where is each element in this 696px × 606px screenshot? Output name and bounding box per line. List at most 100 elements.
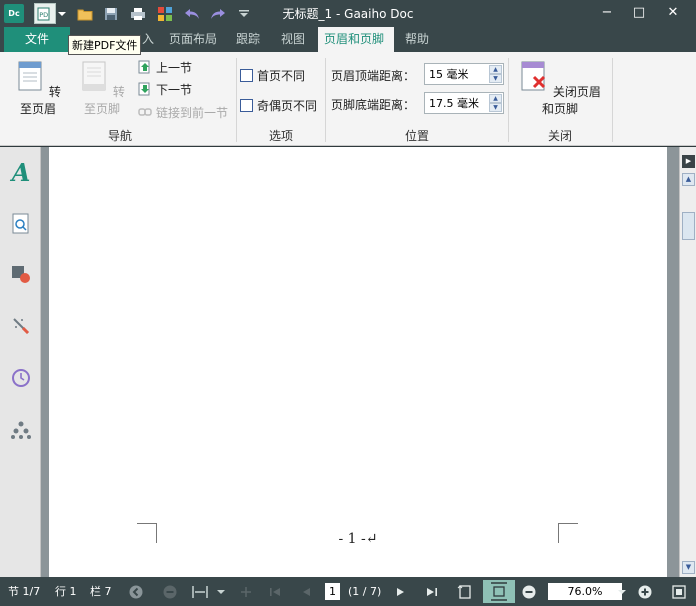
shrink-button[interactable] bbox=[238, 584, 254, 600]
different-first-page-checkbox[interactable]: 首页不同 bbox=[240, 66, 305, 84]
close-header-footer-button[interactable]: 关闭页眉和页脚 bbox=[514, 60, 606, 117]
minus-circle-icon bbox=[163, 585, 177, 599]
tab-view[interactable]: 视图 bbox=[275, 27, 311, 52]
view-dropdown-button[interactable] bbox=[216, 584, 226, 600]
prev-section-button[interactable]: 上一节 bbox=[138, 58, 192, 76]
save-button[interactable] bbox=[100, 3, 122, 24]
document-area[interactable]: - 1 -↵ bbox=[41, 147, 679, 577]
checkbox-box bbox=[240, 68, 253, 82]
new-dropdown-button[interactable] bbox=[56, 3, 68, 24]
footer-bottom-label: 页脚底端距离： bbox=[331, 98, 416, 112]
history-icon bbox=[12, 369, 30, 387]
status-bar: 节 1/7 行 1 栏 7 1 (1 / 7) 76.0% bbox=[0, 577, 696, 606]
tab-page-layout[interactable]: 页面布局 bbox=[163, 27, 223, 52]
footer-bottom-spinner[interactable]: ▲▼ bbox=[424, 92, 504, 114]
customize-quick-access-button[interactable] bbox=[233, 3, 255, 24]
next-page-icon bbox=[397, 588, 404, 596]
scroll-up-button[interactable]: ▲ bbox=[682, 173, 695, 186]
page-count: (1 / 7) bbox=[348, 585, 382, 598]
toolbox-button[interactable] bbox=[154, 3, 176, 24]
history-button[interactable] bbox=[8, 365, 34, 391]
zoom-out-button[interactable] bbox=[521, 584, 537, 600]
footer-page-number[interactable]: - 1 -↵ bbox=[49, 531, 667, 547]
vertical-scrollbar[interactable]: ▶ ▲ ▼ bbox=[679, 147, 696, 577]
page-number-input[interactable]: 1 bbox=[325, 583, 340, 600]
open-button[interactable] bbox=[74, 3, 96, 24]
shapes-button[interactable] bbox=[8, 261, 34, 287]
undo-icon bbox=[185, 8, 199, 19]
header-top-spinner[interactable]: ▲▼ bbox=[424, 63, 504, 85]
close-button[interactable]: ✕ bbox=[662, 4, 684, 22]
zoom-in-button[interactable] bbox=[637, 584, 653, 600]
group-divider bbox=[508, 58, 509, 142]
side-panel: A bbox=[0, 147, 41, 577]
goto-footer-button[interactable]: 转至页脚 bbox=[74, 60, 130, 117]
line-indicator: 行 1 bbox=[55, 585, 77, 598]
back-button[interactable] bbox=[128, 584, 144, 600]
last-page-button[interactable] bbox=[424, 584, 440, 600]
rotate-view-button[interactable] bbox=[457, 584, 473, 600]
fit-page-button[interactable] bbox=[483, 580, 515, 603]
zoom-level-field[interactable]: 76.0% bbox=[548, 583, 622, 600]
position-group-label: 位置 bbox=[404, 129, 429, 143]
new-pdf-button[interactable]: PD bbox=[34, 3, 56, 24]
open-folder-icon bbox=[77, 9, 93, 20]
tab-help[interactable]: 帮助 bbox=[399, 27, 435, 52]
fit-width-button[interactable] bbox=[192, 584, 208, 600]
chevron-down-icon bbox=[217, 590, 225, 594]
close-group-label: 关闭 bbox=[547, 129, 572, 143]
app-logo[interactable]: Dc bbox=[4, 4, 24, 23]
new-pdf-icon: PD bbox=[37, 7, 50, 20]
tooltip: 新建PDF文件 bbox=[68, 35, 142, 55]
different-odd-even-checkbox[interactable]: 奇偶页不同 bbox=[240, 96, 317, 114]
first-page-icon bbox=[270, 588, 280, 596]
shrink-icon bbox=[241, 587, 251, 597]
tab-track[interactable]: 跟踪 bbox=[230, 27, 266, 52]
save-icon bbox=[105, 7, 117, 20]
footer-page-icon bbox=[82, 61, 106, 91]
goto-header-button[interactable]: 转至页眉 bbox=[10, 60, 66, 117]
print-icon bbox=[131, 7, 145, 20]
spin-up-icon[interactable]: ▲ bbox=[489, 65, 502, 74]
toolbox-icon bbox=[158, 6, 172, 21]
ribbon: 转至页眉 转至页脚 上一节 下一节 链接到前一节 导航 首页不同 奇偶页不同 选… bbox=[0, 52, 696, 146]
text-style-icon: A bbox=[11, 157, 31, 187]
back-arrow-icon bbox=[129, 585, 143, 599]
scroll-thumb[interactable] bbox=[682, 212, 695, 240]
spinner-arrows[interactable]: ▲ ▼ bbox=[489, 65, 502, 83]
title-bar: Dc PD 无标题_1 - Gaaiho Doc − □ ✕ bbox=[0, 0, 696, 27]
link-icon bbox=[138, 108, 152, 116]
scroll-down-button[interactable]: ▼ bbox=[682, 561, 695, 574]
group-divider bbox=[325, 58, 326, 142]
find-page-button[interactable] bbox=[8, 211, 34, 237]
zoom-minus-disabled-button[interactable] bbox=[162, 584, 178, 600]
tab-file[interactable]: 文件 bbox=[4, 27, 70, 52]
full-screen-button[interactable] bbox=[671, 584, 687, 600]
spin-down-icon[interactable]: ▼ bbox=[489, 103, 502, 112]
text-style-button[interactable]: A bbox=[8, 157, 34, 187]
spinner-arrows[interactable]: ▲ ▼ bbox=[489, 94, 502, 112]
tab-header-footer[interactable]: 页眉和页脚 bbox=[318, 27, 394, 52]
close-header-footer-icon bbox=[521, 61, 546, 91]
next-page-button[interactable] bbox=[392, 584, 408, 600]
undo-button[interactable] bbox=[181, 3, 203, 24]
chevron-down-icon bbox=[618, 590, 626, 594]
zoom-dropdown-button[interactable] bbox=[617, 584, 627, 600]
print-button[interactable] bbox=[127, 3, 149, 24]
customize-icon bbox=[239, 9, 249, 17]
first-page-button[interactable] bbox=[267, 584, 283, 600]
spin-up-icon[interactable]: ▲ bbox=[489, 94, 502, 103]
header-top-input[interactable] bbox=[425, 64, 485, 84]
document-page[interactable]: - 1 -↵ bbox=[49, 147, 667, 577]
redo-button[interactable] bbox=[207, 3, 229, 24]
footer-bottom-input[interactable] bbox=[425, 93, 485, 113]
previous-page-button[interactable] bbox=[299, 584, 315, 600]
panel-toggle-button[interactable]: ▶ bbox=[682, 155, 695, 168]
spin-down-icon[interactable]: ▼ bbox=[489, 74, 502, 83]
next-section-button[interactable]: 下一节 bbox=[138, 80, 192, 98]
maximize-button[interactable]: □ bbox=[628, 4, 650, 22]
organizer-button[interactable] bbox=[8, 417, 34, 443]
minimize-button[interactable]: − bbox=[596, 4, 618, 22]
link-previous-button[interactable]: 链接到前一节 bbox=[138, 103, 228, 121]
magic-wand-button[interactable] bbox=[8, 313, 34, 339]
